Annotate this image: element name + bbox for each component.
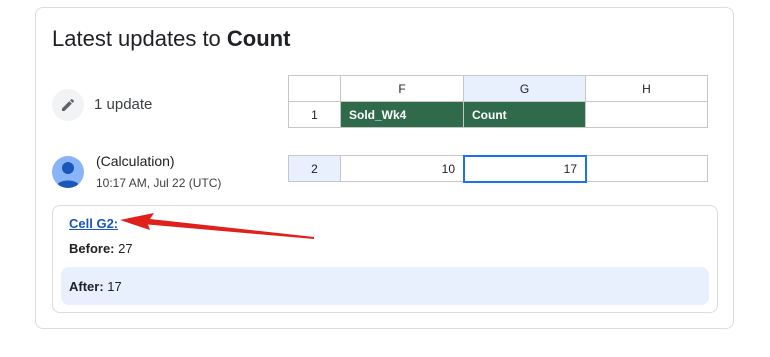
row-number-2: 2 bbox=[288, 155, 341, 182]
after-value: After: 17 bbox=[69, 279, 122, 294]
header-cell-g1: Count bbox=[463, 101, 586, 128]
page-title: Latest updates to Count bbox=[52, 26, 290, 52]
column-header-f: F bbox=[340, 75, 464, 102]
cell-g2[interactable]: 17 bbox=[462, 154, 587, 183]
header-cell-f1: Sold_Wk4 bbox=[340, 101, 464, 128]
header-cell-h1 bbox=[585, 101, 708, 128]
pencil-icon bbox=[52, 89, 84, 121]
cell-f2: 10 bbox=[340, 155, 464, 182]
arrow-annotation bbox=[120, 213, 314, 239]
cell-g2-link[interactable]: Cell G2: bbox=[69, 216, 118, 231]
title-prefix: Latest updates to bbox=[52, 26, 227, 51]
person-icon bbox=[52, 156, 84, 188]
column-header-h: H bbox=[585, 75, 708, 102]
sheet-header-table: F G H 1 Sold_Wk4 Count bbox=[288, 75, 708, 128]
cell-h2 bbox=[585, 155, 708, 182]
after-label: After: bbox=[69, 279, 104, 294]
before-label: Before: bbox=[69, 241, 115, 256]
author-name: (Calculation) bbox=[96, 153, 175, 169]
sheet-row-table: 2 10 17 bbox=[288, 154, 708, 183]
after-number: 17 bbox=[103, 279, 122, 294]
after-highlight bbox=[61, 267, 709, 305]
update-timestamp: 10:17 AM, Jul 22 (UTC) bbox=[96, 176, 222, 190]
update-count: 1 update bbox=[94, 96, 153, 113]
column-header-g: G bbox=[463, 75, 586, 102]
corner-cell bbox=[288, 75, 341, 102]
title-name: Count bbox=[226, 26, 291, 51]
row-number-1: 1 bbox=[288, 101, 341, 128]
